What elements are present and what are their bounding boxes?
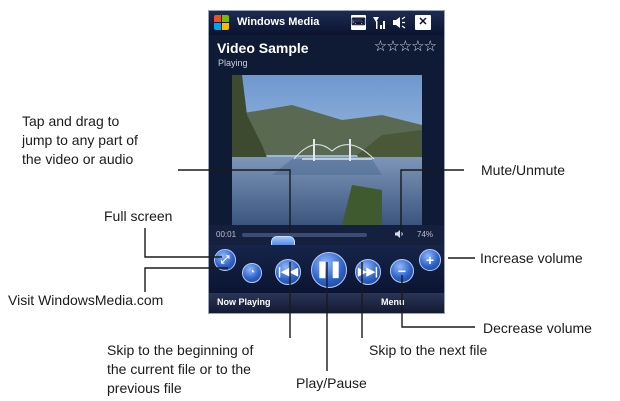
- callout-visit-site: Visit WindowsMedia.com: [8, 292, 164, 308]
- callout-seek-line3: the video or audio: [22, 151, 134, 167]
- callout-seek-line2: jump to any part of: [22, 132, 138, 148]
- callout-skip-begin-line2: the current file or to the: [107, 361, 251, 377]
- callout-increase-volume: Increase volume: [480, 250, 583, 266]
- callout-lines: [144, 169, 475, 371]
- callout-full-screen: Full screen: [104, 208, 173, 224]
- callout-seek: Tap and drag to jump to any part of the …: [22, 112, 138, 169]
- callout-play-pause: Play/Pause: [296, 375, 367, 391]
- callout-seek-line1: Tap and drag to: [22, 113, 120, 129]
- callout-mute: Mute/Unmute: [481, 162, 566, 178]
- callout-skip-next: Skip to the next file: [369, 342, 488, 358]
- callout-skip-begin: Skip to the beginning of the current fil…: [107, 341, 253, 398]
- callout-decrease-volume: Decrease volume: [483, 320, 592, 336]
- callout-skip-begin-line1: Skip to the beginning of: [107, 342, 254, 358]
- callout-skip-begin-line3: previous file: [107, 380, 182, 396]
